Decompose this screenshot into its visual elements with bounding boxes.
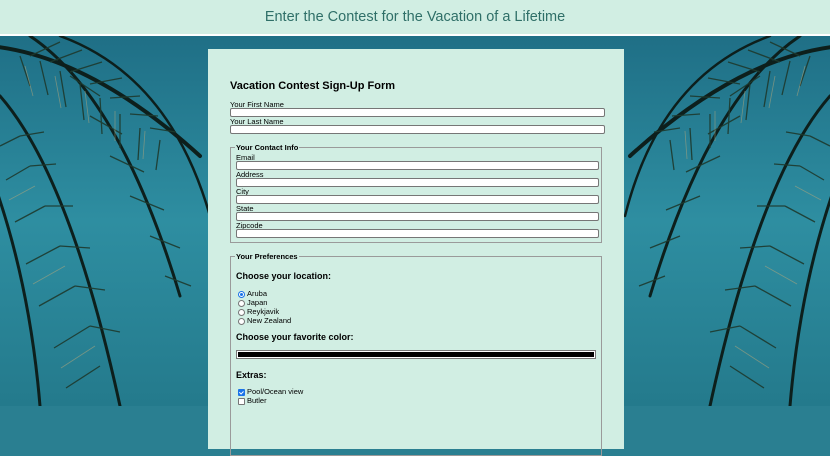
location-radio-reykjavik[interactable]	[238, 309, 245, 316]
page-header: Enter the Contest for the Vacation of a …	[0, 0, 830, 36]
location-option-label: New Zealand	[247, 316, 292, 325]
zipcode-input[interactable]	[236, 229, 599, 238]
preferences-legend: Your Preferences	[235, 252, 299, 261]
location-radio-new-zealand[interactable]	[238, 318, 245, 325]
location-option-label: Reykjavik	[247, 307, 280, 316]
extra-option-label: Pool/Ocean view	[247, 387, 304, 396]
address-input[interactable]	[236, 178, 599, 187]
favorite-color-picker[interactable]	[236, 350, 596, 359]
extra-checkbox-butler[interactable]	[238, 398, 245, 405]
last-name-input[interactable]	[230, 125, 605, 134]
form-title: Vacation Contest Sign-Up Form	[230, 80, 396, 92]
signup-form-card: Vacation Contest Sign-Up Form Your First…	[208, 49, 624, 456]
location-radio-japan[interactable]	[238, 300, 245, 307]
location-option-label: Aruba	[247, 289, 268, 298]
preferences-fieldset: Your Preferences Choose your location: A…	[230, 252, 602, 456]
page-title: Enter the Contest for the Vacation of a …	[264, 9, 566, 25]
location-radio-aruba[interactable]	[238, 291, 245, 298]
location-option-label: Japan	[247, 298, 268, 307]
extra-option-label: Butler	[247, 396, 267, 405]
location-heading: Choose your location:	[236, 271, 332, 281]
extra-checkbox-pool-ocean-view[interactable]	[238, 389, 245, 396]
first-name-input[interactable]	[230, 108, 605, 117]
contact-info-fieldset: Your Contact Info Email Address City Sta…	[230, 143, 602, 243]
extras-heading: Extras:	[236, 370, 267, 380]
city-input[interactable]	[236, 195, 599, 204]
color-heading: Choose your favorite color:	[236, 332, 354, 342]
color-swatch-fill	[238, 352, 594, 357]
contact-info-legend: Your Contact Info	[235, 143, 300, 152]
state-input[interactable]	[236, 212, 599, 221]
email-input[interactable]	[236, 161, 599, 170]
